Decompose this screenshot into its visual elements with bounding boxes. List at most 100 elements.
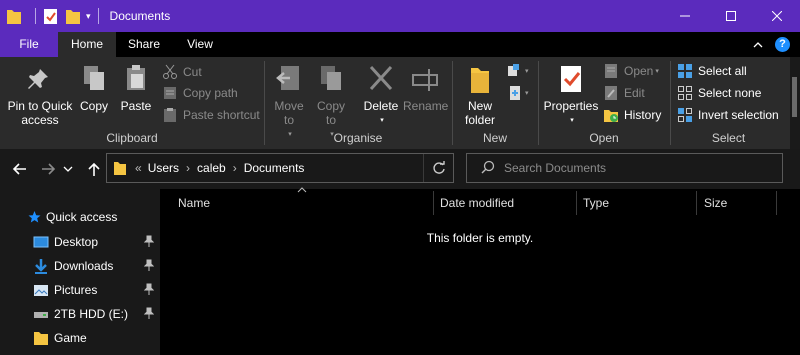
new-folder-button[interactable]: New folder: [457, 63, 503, 127]
breadcrumb-caleb[interactable]: caleb: [197, 161, 226, 175]
forward-button[interactable]: [38, 159, 58, 179]
column-divider[interactable]: [696, 191, 697, 215]
invert-selection-button[interactable]: Invert selection: [677, 105, 779, 125]
paste-shortcut-button[interactable]: Paste shortcut: [162, 105, 260, 125]
properties-label: Properties: [543, 99, 599, 113]
new-item-button[interactable]: ▾: [507, 61, 529, 81]
nav-drive-e-label: 2TB HDD (E:): [54, 307, 129, 321]
help-icon[interactable]: ?: [775, 37, 790, 52]
cut-label: Cut: [183, 65, 202, 79]
copy-path-button[interactable]: Copy path: [162, 83, 238, 103]
copy-to-label: Copy to: [316, 99, 345, 127]
tab-view[interactable]: View: [172, 32, 228, 57]
search-box[interactable]: [466, 153, 783, 183]
title-bar: ▾ Documents: [0, 0, 800, 32]
properties-button[interactable]: Properties ▾: [541, 63, 601, 128]
desktop-icon: [33, 234, 49, 250]
tab-file[interactable]: File: [0, 32, 58, 57]
move-to-icon: [275, 63, 303, 95]
pin-icon[interactable]: [143, 283, 155, 298]
organise-group-label: Organise: [333, 131, 383, 145]
column-header-date-modified[interactable]: Date modified: [440, 189, 514, 217]
window-title: Documents: [109, 9, 171, 23]
search-input[interactable]: [504, 161, 754, 175]
new-folder-icon[interactable]: [65, 7, 81, 25]
up-button[interactable]: [84, 159, 104, 179]
open-group-label: Open: [589, 131, 619, 145]
copy-path-label: Copy path: [183, 86, 238, 100]
column-divider[interactable]: [433, 191, 434, 215]
properties-icon[interactable]: [43, 7, 59, 25]
rename-button[interactable]: Rename: [403, 63, 449, 113]
collapse-ribbon-icon[interactable]: [753, 38, 763, 52]
tab-share[interactable]: Share: [116, 32, 172, 57]
refresh-button[interactable]: [423, 154, 453, 182]
select-all-button[interactable]: Select all: [677, 61, 747, 81]
organise-group: Move to ▾ Copy to ▾ Delete ▾ Rename Organis…: [265, 57, 451, 149]
nav-quick-access[interactable]: Quick access: [0, 205, 160, 229]
copy-to-button[interactable]: Copy to ▾: [311, 63, 351, 142]
invert-selection-label: Invert selection: [698, 108, 779, 122]
pin-to-quick-access-button[interactable]: Pin to Quick access: [4, 63, 76, 127]
breadcrumb-chevron-icon[interactable]: ›: [233, 161, 237, 175]
edit-icon: [603, 85, 619, 101]
delete-label: Delete: [363, 99, 399, 113]
copy-button[interactable]: Copy: [76, 63, 112, 113]
download-arrow-icon: [33, 258, 49, 274]
nav-drive-e[interactable]: 2TB HDD (E:): [0, 302, 160, 326]
close-button[interactable]: [754, 0, 800, 32]
pin-icon[interactable]: [143, 259, 155, 274]
column-header-size[interactable]: Size: [704, 189, 727, 217]
breadcrumb-users[interactable]: Users: [148, 161, 179, 175]
pin-icon[interactable]: [143, 307, 155, 322]
breadcrumb-overflow[interactable]: «: [135, 161, 142, 175]
customize-toolbar-icon[interactable]: ▾: [86, 11, 91, 22]
select-none-label: Select none: [698, 86, 762, 100]
column-header-name[interactable]: Name: [178, 189, 210, 217]
clipboard-group: Pin to Quick access Copy Paste Cut Copy …: [0, 57, 264, 149]
column-divider[interactable]: [576, 191, 577, 215]
copy-to-icon: [317, 63, 345, 95]
rename-label: Rename: [403, 99, 449, 113]
select-all-icon: [677, 63, 693, 79]
address-bar[interactable]: « Users › caleb › Documents: [106, 153, 454, 183]
nav-desktop[interactable]: Desktop: [0, 230, 160, 254]
tab-home[interactable]: Home: [58, 32, 116, 57]
nav-pictures-label: Pictures: [54, 283, 98, 297]
select-group: Select all Select none Invert selection …: [671, 57, 786, 149]
invert-selection-icon: [677, 107, 693, 123]
column-header-type[interactable]: Type: [583, 189, 609, 217]
back-button[interactable]: [10, 159, 30, 179]
history-button[interactable]: History: [603, 105, 661, 125]
column-divider[interactable]: [776, 191, 777, 215]
nav-quick-access-label: Quick access: [46, 210, 118, 224]
history-label: History: [624, 108, 662, 122]
ribbon-tab-row: File Home Share View ?: [0, 32, 800, 57]
minimize-button[interactable]: [662, 0, 708, 32]
select-none-button[interactable]: Select none: [677, 83, 761, 103]
address-row: « Users › caleb › Documents: [0, 149, 800, 189]
breadcrumb-documents[interactable]: Documents: [244, 161, 305, 175]
paste-shortcut-icon: [162, 107, 178, 123]
nav-pictures[interactable]: Pictures: [0, 278, 160, 302]
ribbon-scrollbar[interactable]: [790, 57, 800, 149]
pin-icon[interactable]: [143, 235, 155, 250]
copy-path-icon: [162, 85, 178, 101]
open-button[interactable]: Open ▾: [603, 61, 659, 81]
move-to-button[interactable]: Move to ▾: [269, 63, 309, 142]
nav-downloads[interactable]: Downloads: [0, 254, 160, 278]
maximize-button[interactable]: [708, 0, 754, 32]
cut-button[interactable]: Cut: [162, 62, 202, 82]
breadcrumb-chevron-icon[interactable]: ›: [186, 161, 190, 175]
easy-access-button[interactable]: ▾: [507, 83, 529, 103]
open-icon: [603, 63, 619, 79]
pin-label: Pin to Quick access: [7, 99, 73, 127]
nav-game[interactable]: Game: [0, 326, 160, 350]
paste-button[interactable]: Paste: [116, 63, 156, 113]
nav-downloads-label: Downloads: [54, 259, 114, 273]
delete-x-icon: [367, 63, 395, 95]
recent-locations-button[interactable]: [62, 159, 74, 179]
delete-button[interactable]: Delete ▾: [359, 63, 403, 128]
edit-button[interactable]: Edit: [603, 83, 645, 103]
folder-icon: [33, 330, 49, 346]
